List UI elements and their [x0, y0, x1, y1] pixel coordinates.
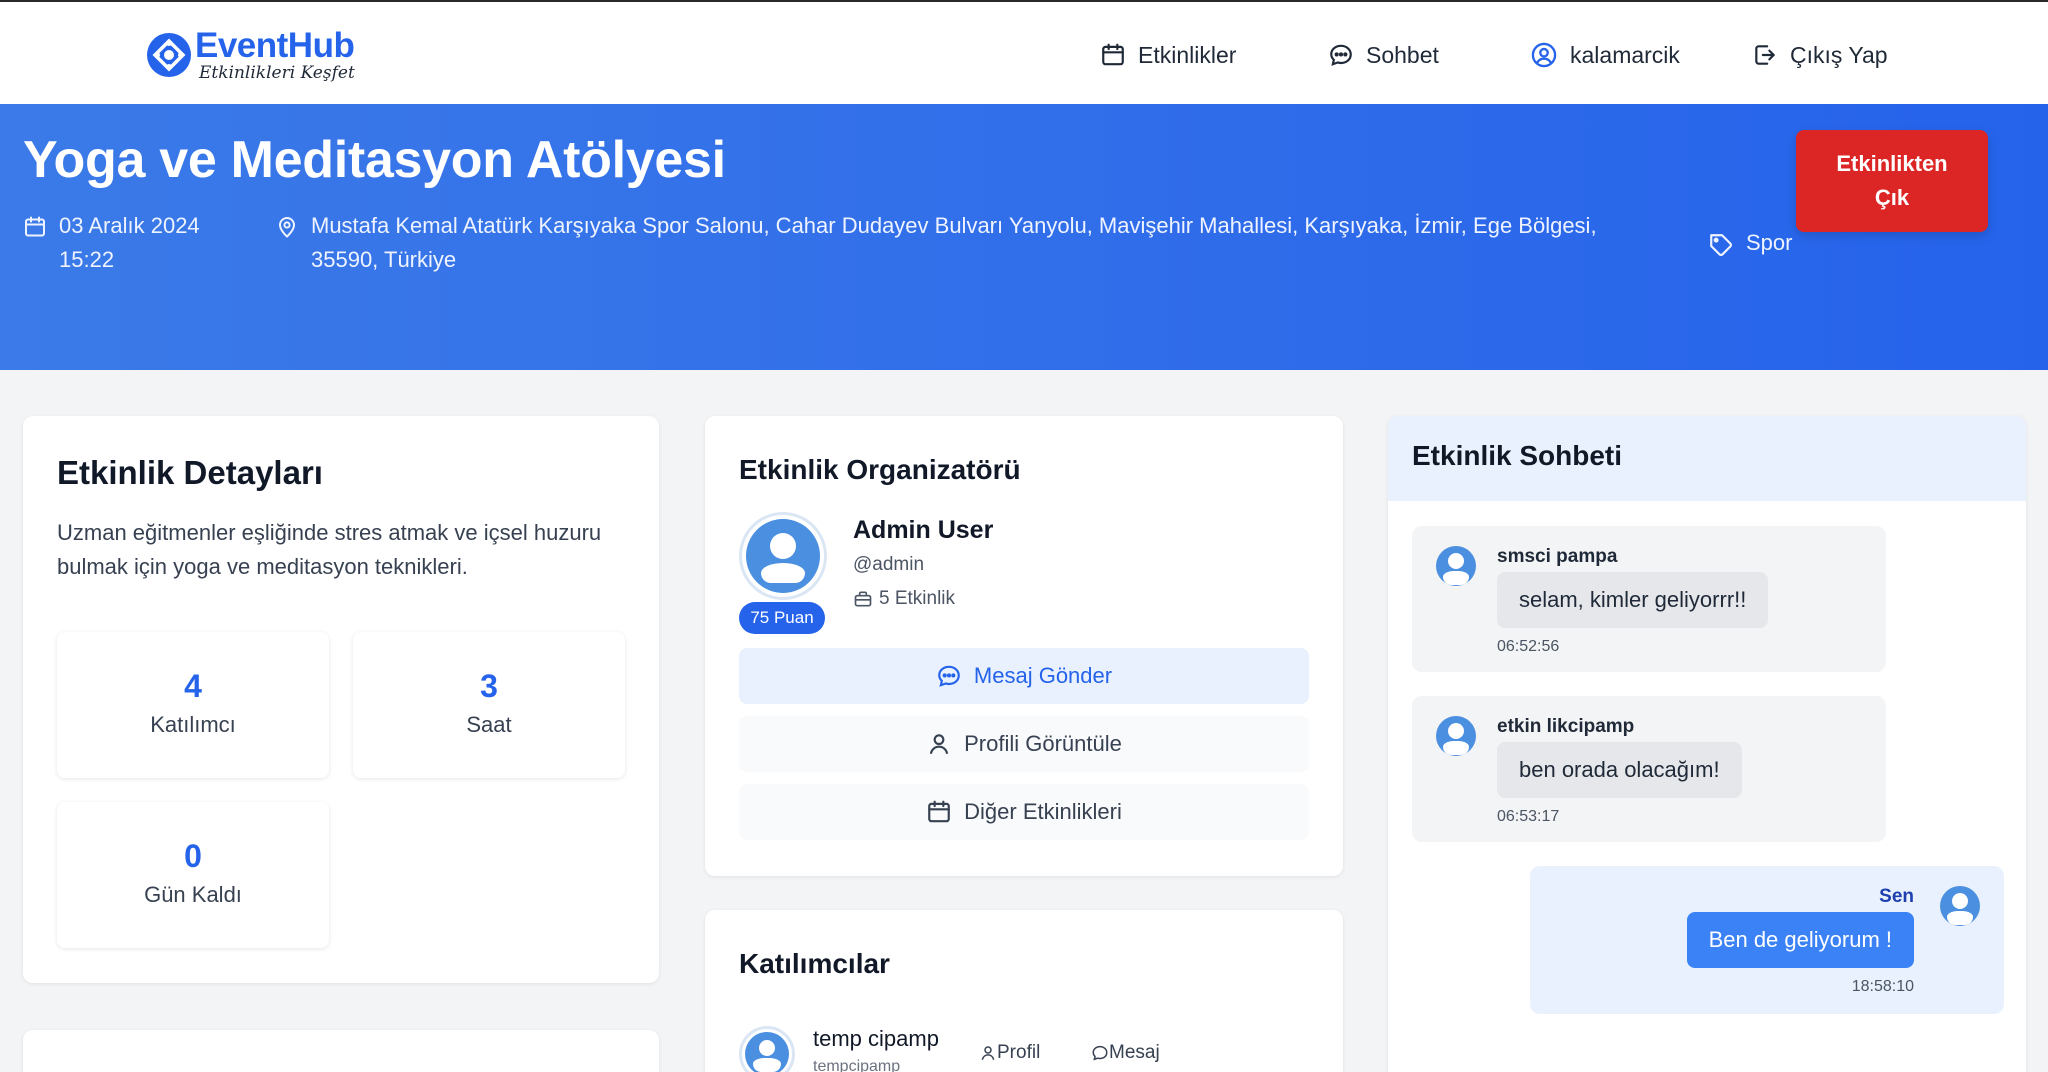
- message-time: 18:58:10: [1851, 978, 1914, 995]
- message-link-label: Mesaj: [1109, 1042, 1160, 1063]
- participant-avatar[interactable]: [739, 1026, 795, 1072]
- event-details-card: Etkinlik Detayları Uzman eğitmenler eşli…: [23, 416, 659, 983]
- nav-events-label: Etkinlikler: [1138, 41, 1237, 68]
- stat-hours: 3 Saat: [353, 632, 625, 778]
- logo-icon: [147, 33, 191, 77]
- nav-logout-label: Çıkış Yap: [1790, 41, 1888, 68]
- organizer-event-count: 5 Etkinlik: [853, 588, 955, 610]
- stat-value: 4: [184, 668, 202, 704]
- leave-event-label-line2: Çık: [1874, 185, 1910, 210]
- participants-card: Katılımcılar temp cipamp tempcipamp Prof…: [705, 910, 1343, 1072]
- description-line1: Uzman eğitmenler eşliğinde stres atmak v…: [57, 520, 602, 545]
- participants-title: Katılımcılar: [739, 948, 890, 979]
- brand-logo[interactable]: EventHub Etkinlikleri Keşfet: [147, 28, 355, 82]
- location-pin-icon: [278, 217, 296, 238]
- nav-events-link[interactable]: Etkinlikler: [1100, 38, 1236, 72]
- view-profile-label: Profili Görüntüle: [964, 731, 1122, 756]
- view-profile-button[interactable]: Profili Görüntüle: [739, 716, 1309, 772]
- chat-title: Etkinlik Sohbeti: [1412, 440, 1623, 471]
- chat-message: etkin likcipamp ben orada olacağım! 06:5…: [1412, 696, 1886, 842]
- organizer-title: Etkinlik Organizatörü: [739, 454, 1021, 485]
- chat-message-own: Sen Ben de geliyorum ! 18:58:10: [1530, 866, 2004, 1014]
- nav-logout-link[interactable]: Çıkış Yap: [1752, 38, 1888, 72]
- chat-message: smsci pampa selam, kimler geliyorrr!! 06…: [1412, 526, 1886, 672]
- participant-message-link[interactable]: Mesaj: [1091, 1042, 1160, 1064]
- stat-value: 0: [184, 838, 202, 874]
- event-chat-card: Etkinlik Sohbeti smsci pampa selam, kiml…: [1388, 416, 2026, 1072]
- brand-tagline: Etkinlikleri Keşfet: [199, 63, 355, 83]
- stat-label: Katılımcı: [150, 712, 236, 737]
- event-count-label: 5 Etkinlik: [879, 588, 956, 609]
- profile-link-label: Profil: [997, 1042, 1041, 1063]
- message-sender: Sen: [1879, 886, 1914, 907]
- avatar-icon: [1436, 716, 1476, 756]
- avatar-icon: [745, 1032, 789, 1072]
- leave-event-button[interactable]: Etkinlikten Çık: [1796, 130, 1988, 232]
- nav-username: kalamarcik: [1570, 41, 1680, 68]
- secondary-card: [23, 1030, 659, 1072]
- event-address-line1: Mustafa Kemal Atatürk Karşıyaka Spor Sal…: [311, 213, 1597, 238]
- organizer-handle: @admin: [853, 554, 925, 575]
- organizer-card: Etkinlik Organizatörü 75 Puan Admin User…: [705, 416, 1343, 876]
- message-sender: etkin likcipamp: [1497, 716, 1635, 737]
- event-description: Uzman eğitmenler eşliğinde stres atmak v…: [57, 516, 601, 584]
- avatar-icon: [746, 519, 820, 593]
- event-hero-banner: Yoga ve Meditasyon Atölyesi 03 Aralık 20…: [0, 104, 2048, 370]
- chat-bubble-icon: [938, 665, 960, 687]
- navbar: EventHub Etkinlikleri Keşfet Etkinlikler…: [0, 0, 2048, 104]
- other-events-label: Diğer Etkinlikleri: [964, 799, 1122, 824]
- avatar-icon: [1436, 546, 1476, 586]
- nav-user-profile[interactable]: kalamarcik: [1530, 38, 1680, 72]
- event-category-label: Spor: [1746, 230, 1793, 255]
- event-title: Yoga ve Meditasyon Atölyesi: [23, 131, 726, 189]
- send-message-label: Mesaj Gönder: [973, 663, 1113, 688]
- message-sender: smsci pampa: [1497, 546, 1618, 567]
- participant-name: temp cipamp: [813, 1026, 939, 1051]
- event-time: 15:22: [59, 247, 115, 272]
- description-line2: bulmak için yoga ve meditasyon teknikler…: [57, 554, 468, 579]
- message-bubble: ben orada olacağım!: [1497, 742, 1742, 798]
- nav-chat-link[interactable]: Sohbet: [1328, 38, 1439, 72]
- stat-days-left: 0 Gün Kaldı: [57, 802, 329, 948]
- event-datetime: 03 Aralık 2024 15:22: [23, 209, 200, 277]
- details-title: Etkinlik Detayları: [57, 454, 323, 491]
- calendar-icon: [25, 216, 45, 237]
- logout-icon: [1755, 45, 1775, 65]
- calendar-icon: [928, 800, 950, 823]
- stat-label: Gün Kaldı: [144, 882, 242, 907]
- user-icon: [981, 1046, 995, 1060]
- user-circle-icon: [1531, 42, 1557, 68]
- organizer-name: Admin User: [853, 516, 994, 544]
- organizer-avatar[interactable]: [739, 512, 827, 600]
- chat-bubble-icon: [1092, 1045, 1108, 1061]
- stat-participants: 4 Katılımcı: [57, 632, 329, 778]
- stat-value: 3: [480, 668, 498, 704]
- chat-header: Etkinlik Sohbeti: [1388, 416, 2026, 501]
- brand-name: EventHub: [195, 26, 355, 65]
- participant-handle: tempcipamp: [813, 1058, 901, 1072]
- send-message-button[interactable]: Mesaj Gönder: [739, 648, 1309, 704]
- message-bubble: selam, kimler geliyorrr!!: [1497, 572, 1769, 628]
- event-date: 03 Aralık 2024: [59, 213, 200, 238]
- event-address-line2: 35590, Türkiye: [311, 247, 457, 272]
- event-category: Spor: [1708, 226, 1792, 260]
- leave-event-label-line1: Etkinlikten: [1836, 151, 1948, 176]
- calendar-icon: [1102, 43, 1124, 66]
- message-time: 06:52:56: [1497, 638, 1560, 655]
- stat-label: Saat: [466, 712, 512, 737]
- avatar-icon: [1940, 886, 1980, 926]
- points-badge: 75 Puan: [739, 602, 825, 634]
- event-location: Mustafa Kemal Atatürk Karşıyaka Spor Sal…: [275, 209, 1675, 277]
- user-icon: [929, 734, 949, 755]
- tag-icon: [1710, 234, 1732, 256]
- briefcase-icon: [854, 591, 872, 607]
- participant-profile-link[interactable]: Profil: [979, 1042, 1040, 1064]
- nav-chat-label: Sohbet: [1366, 41, 1439, 68]
- chat-bubble-icon: [1330, 44, 1352, 66]
- other-events-button[interactable]: Diğer Etkinlikleri: [739, 784, 1309, 840]
- message-time: 06:53:17: [1497, 808, 1560, 825]
- message-bubble: Ben de geliyorum !: [1686, 912, 1914, 968]
